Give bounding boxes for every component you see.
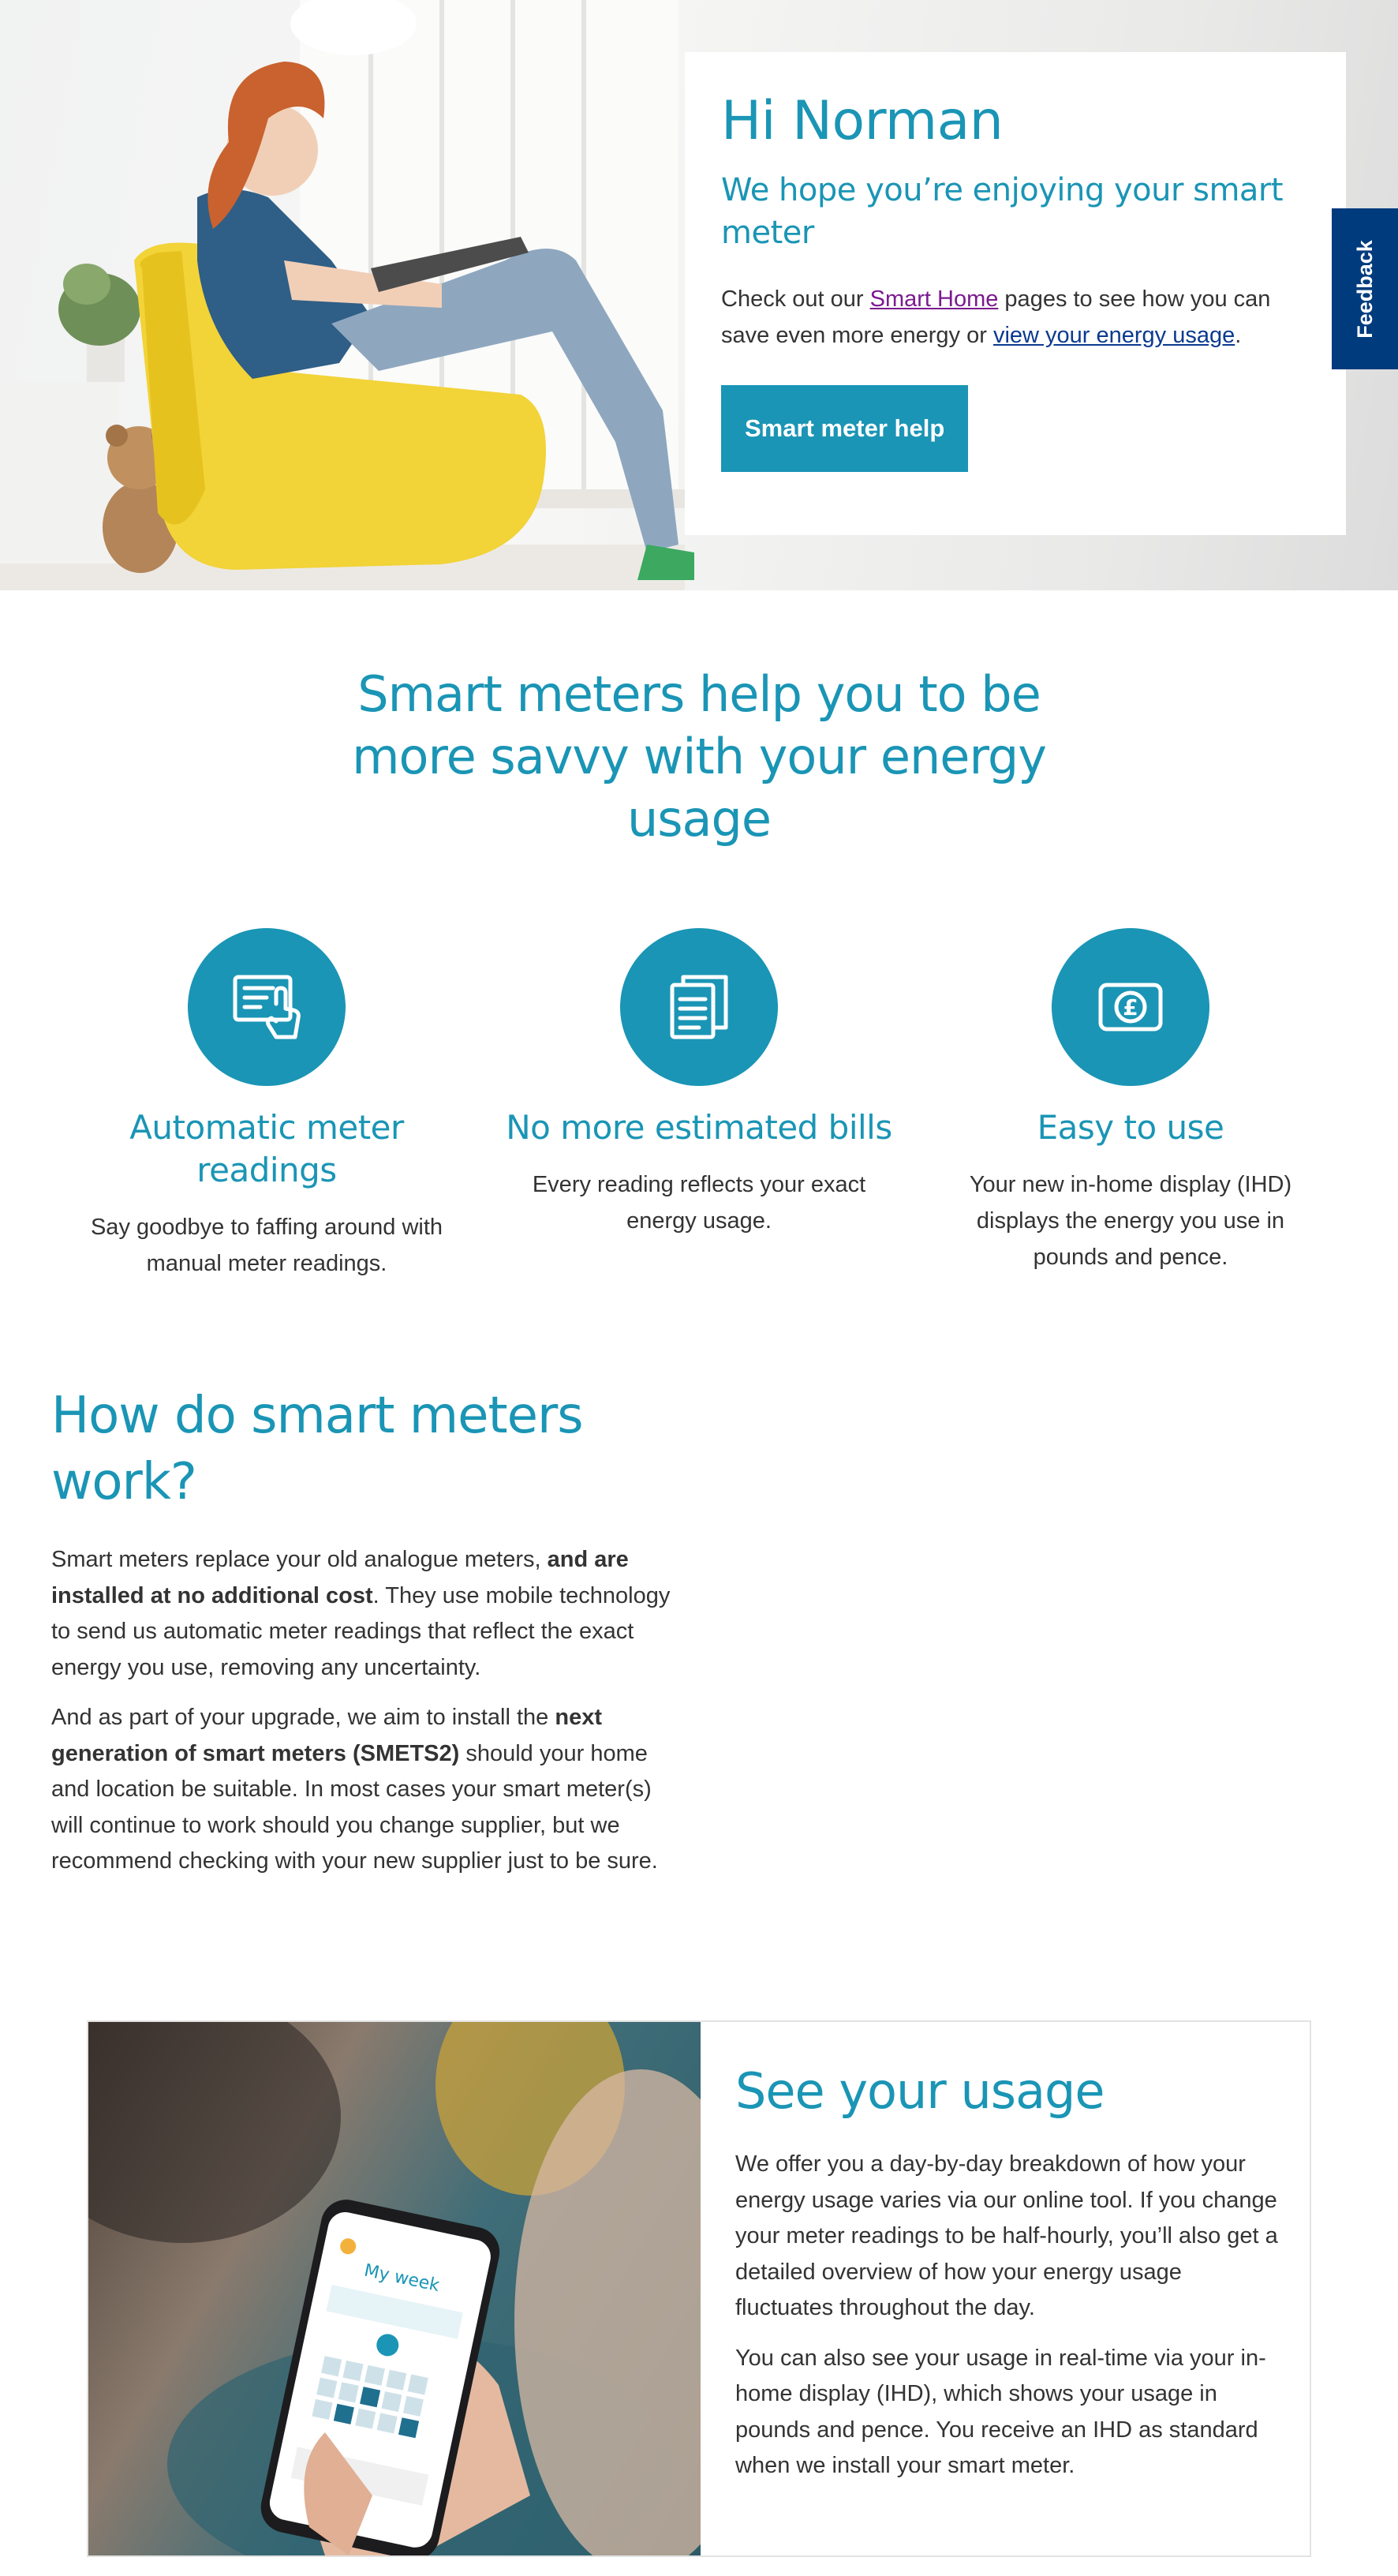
greeting-heading: Hi Norman [721, 90, 1004, 152]
bills-icon [620, 928, 778, 1086]
usage-paragraph-1: We offer you a day-by-day breakdown of h… [735, 2151, 1278, 2320]
benefit-text: Say goodbye to faffing around with manua… [90, 1215, 443, 1276]
usage-text-block: See your usage We offer you a day-by-day… [735, 2060, 1280, 2484]
benefit-title: Easy to use [1037, 1108, 1224, 1147]
benefit-text: Your new in-home display (IHD) displays … [969, 1172, 1292, 1270]
benefit-text: Every reading reflects your exact energy… [532, 1172, 866, 1234]
benefit-no-estimated-bills: No more estimated bills Every reading re… [506, 928, 892, 1239]
meter-reading-icon [188, 928, 346, 1086]
view-energy-usage-link[interactable]: view your energy usage [993, 323, 1235, 348]
smart-meter-help-button[interactable]: Smart meter help [721, 385, 969, 472]
usage-paragraph-2: You can also see your usage in real-time… [735, 2345, 1266, 2479]
see-your-usage-card: My week See your usage We offer you a da… [87, 2020, 1311, 2557]
welcome-text-suffix: . [1235, 323, 1242, 348]
hero-banner: Hi Norman We hope you’re enjoying your s… [0, 0, 1398, 590]
smart-home-link[interactable]: Smart Home [870, 286, 999, 312]
how-paragraph-2: And as part of your upgrade, we aim to i… [51, 1700, 682, 1880]
usage-heading: See your usage [735, 2062, 1105, 2120]
how-paragraph-1: Smart meters replace your old analogue m… [51, 1542, 682, 1686]
feedback-tab[interactable]: Feedback [1332, 208, 1398, 369]
welcome-card: Hi Norman We hope you’re enjoying your s… [685, 52, 1346, 535]
phone-usage-image: My week [88, 2022, 701, 2555]
benefit-title: No more estimated bills [506, 1108, 892, 1147]
welcome-text: Check out our Smart Home pages to see ho… [721, 281, 1311, 354]
welcome-text-prefix: Check out our [721, 286, 870, 312]
svg-text:£: £ [1123, 994, 1138, 1020]
benefit-title: Automatic meter readings [129, 1108, 404, 1189]
how-paragraph-2-start: And as part of your upgrade, we aim to i… [51, 1705, 555, 1730]
benefit-automatic-readings: Automatic meter readings Say goodbye to … [73, 928, 460, 1282]
benefits-heading: Smart meters help you to be more savvy w… [352, 665, 1047, 848]
welcome-subtitle: We hope you’re enjoying your smart meter [721, 172, 1284, 251]
pound-display-icon: £ [1052, 928, 1209, 1086]
how-smart-meters-work-section: How do smart meters work? Smart meters r… [51, 1383, 682, 1880]
benefit-easy-to-use: £ Easy to use Your new in-home display (… [937, 928, 1324, 1275]
how-paragraph-1-start: Smart meters replace your old analogue m… [51, 1547, 548, 1572]
feedback-label: Feedback [1352, 239, 1377, 339]
how-heading: How do smart meters work? [51, 1387, 584, 1511]
